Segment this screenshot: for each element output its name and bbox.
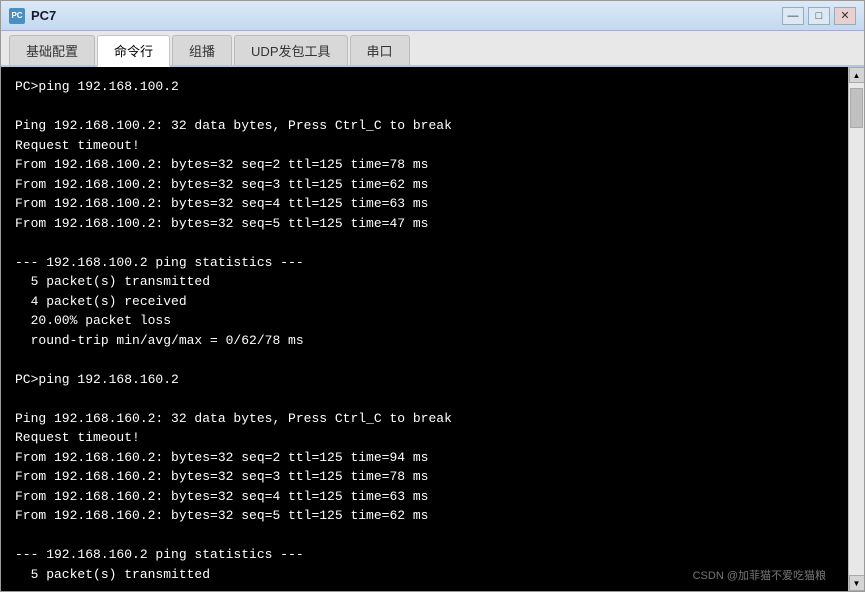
tab-command-line[interactable]: 命令行 (97, 35, 170, 67)
tab-serial[interactable]: 串口 (350, 35, 410, 65)
tab-basic-config[interactable]: 基础配置 (9, 35, 95, 65)
tab-bar: 基础配置 命令行 组播 UDP发包工具 串口 (1, 31, 864, 67)
minimize-button[interactable]: — (782, 7, 804, 25)
window-title: PC7 (31, 8, 56, 23)
tab-udp-tool[interactable]: UDP发包工具 (234, 35, 347, 65)
content-area: PC>ping 192.168.100.2 Ping 192.168.100.2… (1, 67, 864, 591)
window-icon: PC (9, 8, 25, 24)
title-bar-left: PC PC7 (9, 8, 56, 24)
scroll-track[interactable] (849, 83, 864, 575)
close-button[interactable]: ✕ (834, 7, 856, 25)
maximize-button[interactable]: □ (808, 7, 830, 25)
title-bar: PC PC7 — □ ✕ (1, 1, 864, 31)
tab-multicast[interactable]: 组播 (172, 35, 232, 65)
scroll-down-button[interactable]: ▼ (849, 575, 865, 591)
scroll-up-button[interactable]: ▲ (849, 67, 865, 83)
scrollbar[interactable]: ▲ ▼ (848, 67, 864, 591)
scroll-thumb[interactable] (850, 88, 863, 128)
title-buttons: — □ ✕ (782, 7, 856, 25)
terminal-output[interactable]: PC>ping 192.168.100.2 Ping 192.168.100.2… (1, 67, 848, 591)
main-window: PC PC7 — □ ✕ 基础配置 命令行 组播 UDP发包工具 串口 PC>p… (0, 0, 865, 592)
terminal-wrapper: PC>ping 192.168.100.2 Ping 192.168.100.2… (1, 67, 848, 591)
